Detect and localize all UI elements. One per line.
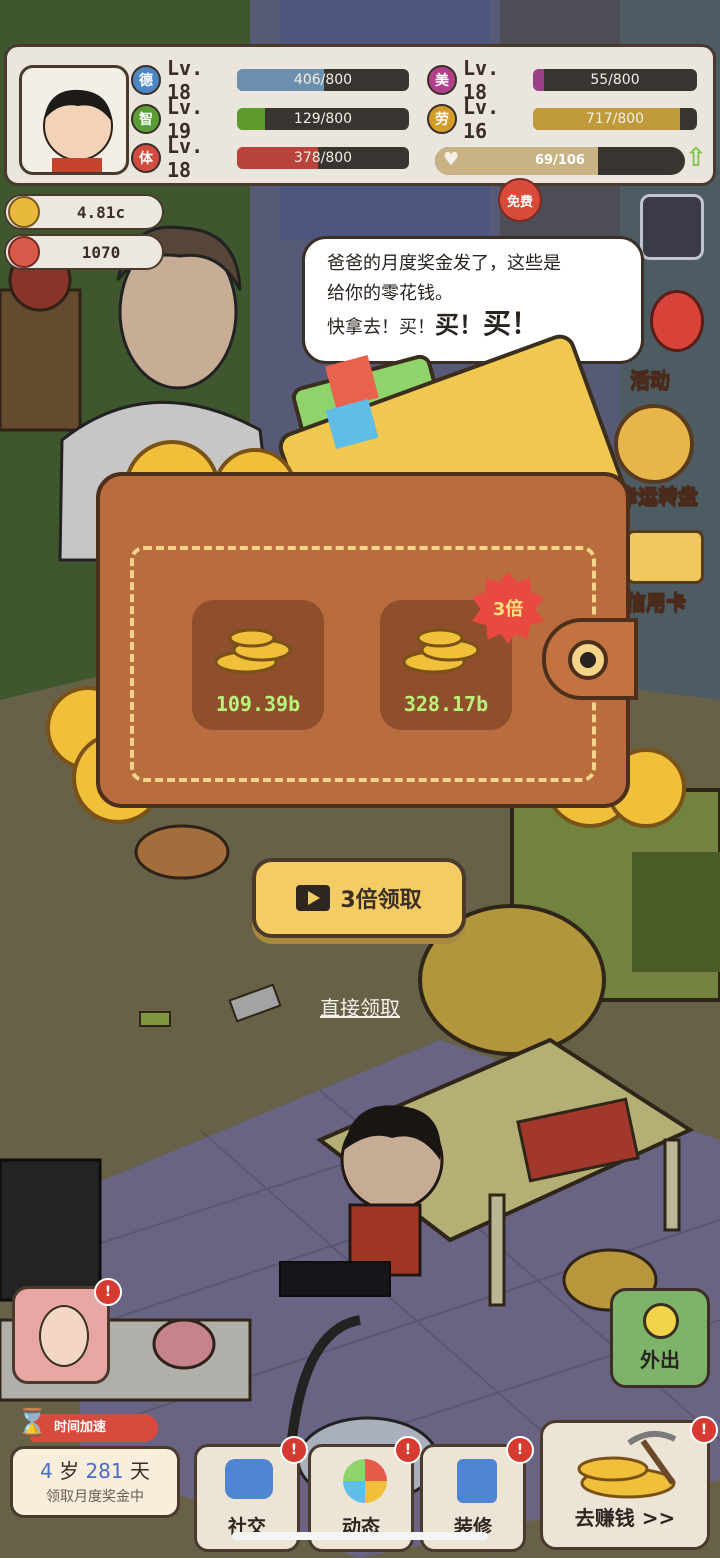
stat-intellect-bar: 129/800 (237, 108, 409, 130)
reward-normal-value: 109.39b (215, 692, 301, 716)
stat-beauty-bar: 55/800 (533, 69, 697, 91)
outfit-icon[interactable] (640, 194, 704, 260)
stat-labor-level: Lv. 16 (463, 95, 500, 143)
video-play-icon (296, 885, 331, 911)
age-display: 4 岁 281 天 (13, 1455, 177, 1484)
pinwheel-icon (343, 1459, 387, 1503)
handshake-icon (225, 1459, 273, 1499)
speech-line-3b: 买！ (435, 311, 483, 339)
stat-beauty[interactable]: 美 Lv. 18 55/800 (427, 56, 697, 104)
stat-physical[interactable]: 体 Lv. 18 378/800 (131, 134, 409, 182)
smiley-icon (643, 1303, 679, 1339)
happiness-progress: 69/106 (535, 153, 585, 168)
claim-triple-label: 3倍领取 (340, 888, 422, 913)
hourglass-icon: ⌛ (16, 1408, 49, 1438)
claim-triple-button[interactable]: 3倍领取 (252, 858, 466, 938)
stat-labor-badge-icon: 劳 (427, 104, 457, 134)
stat-physical-level: Lv. 18 (167, 134, 204, 182)
stat-moral-bar: 406/800 (237, 69, 409, 91)
stat-physical-badge-icon: 体 (131, 143, 161, 173)
happiness-bar[interactable]: ♥ 69/106 (435, 147, 685, 175)
speech-line-3a: 快拿去！买！ (327, 317, 435, 338)
stat-moral[interactable]: 德 Lv. 18 406/800 (131, 56, 409, 104)
speech-line-3: 快拿去！买！买！买！ (327, 309, 619, 343)
lucky-wheel-label[interactable]: 幸运转盘 (618, 480, 699, 509)
stat-moral-progress: 406/800 (293, 72, 353, 88)
feed-alert-badge: ! (394, 1436, 422, 1464)
age-years: 4 (40, 1459, 53, 1483)
reward-triple-value: 328.17b (403, 692, 489, 716)
stat-labor[interactable]: 劳 Lv. 16 717/800 (427, 95, 697, 143)
home-indicator[interactable] (232, 1532, 488, 1540)
speech-line-2: 给你的零花钱。 (327, 283, 453, 304)
stat-intellect-progress: 129/800 (293, 111, 353, 127)
stat-labor-bar: 717/800 (533, 108, 697, 130)
stat-intellect-badge-icon: 智 (131, 104, 161, 134)
clasp-button-icon (568, 640, 608, 680)
gem-value: 1070 (81, 242, 121, 262)
coin-counter[interactable]: 4.81c (4, 194, 164, 230)
nav-earn-label: 去赚钱 >> (574, 1506, 676, 1530)
age-years-unit: 岁 (59, 1459, 80, 1483)
mother-face-icon (39, 1305, 89, 1367)
social-alert-badge: ! (280, 1436, 308, 1464)
balloon-icon[interactable] (650, 290, 704, 352)
earn-alert-badge: ! (690, 1416, 718, 1444)
age-days-unit: 天 (130, 1459, 150, 1483)
claim-direct-link[interactable]: 直接领取 (290, 992, 430, 1021)
coin-value: 4.81c (76, 202, 126, 222)
credit-card-icon[interactable] (626, 530, 704, 584)
speech-line-3c: 买！ (483, 307, 540, 340)
dialog-speech-bubble: 爸爸的月度奖金发了，这些是 给你的零花钱。 快拿去！买！买！买！ (302, 236, 644, 364)
flower-gem-icon (8, 236, 40, 268)
coin-icon (8, 196, 40, 228)
age-days: 281 (85, 1459, 124, 1483)
stat-beauty-progress: 55/800 (590, 72, 640, 88)
paint-roller-icon (457, 1459, 497, 1503)
player-avatar[interactable] (19, 65, 129, 175)
reward-normal: 109.39b (192, 600, 324, 730)
wallet-clasp (542, 618, 638, 700)
stats-panel: 德 Lv. 18 406/800 智 Lv. 19 129/800 体 Lv. … (4, 44, 716, 186)
stat-moral-badge-icon: 德 (131, 65, 161, 95)
stat-physical-progress: 378/800 (293, 150, 353, 166)
level-up-arrow-icon[interactable]: ⇧ (685, 143, 707, 173)
stat-intellect[interactable]: 智 Lv. 19 129/800 (131, 95, 409, 143)
go-out-button[interactable]: 外出 (610, 1288, 710, 1388)
stat-labor-progress: 717/800 (585, 111, 645, 127)
reward-wallet: 109.39b 328.17b (96, 472, 638, 808)
time-accelerate-button[interactable]: 时间加速 (30, 1414, 158, 1442)
mother-portrait[interactable] (12, 1286, 110, 1384)
mother-alert-badge: ! (94, 1278, 122, 1306)
decorate-alert-badge: ! (506, 1436, 534, 1464)
gold-coins-icon (214, 628, 292, 674)
pickaxe-gold-icon (577, 1430, 677, 1499)
nav-earn-button[interactable]: 去赚钱 >> (540, 1420, 710, 1550)
speech-line-1: 爸爸的月度奖金发了，这些是 (327, 253, 561, 274)
age-panel: 4 岁 281 天 领取月度奖金中 (10, 1446, 180, 1518)
stat-physical-bar: 378/800 (237, 147, 409, 169)
stat-beauty-badge-icon: 美 (427, 65, 457, 95)
gem-counter[interactable]: 1070 (4, 234, 164, 270)
age-status: 领取月度奖金中 (46, 1489, 144, 1505)
free-tag[interactable]: 免费 (498, 178, 542, 222)
credit-card-label[interactable]: 信用卡 (626, 586, 687, 615)
activity-label[interactable]: 活动 (630, 364, 671, 393)
go-out-label: 外出 (640, 1348, 680, 1372)
lucky-wheel-icon[interactable] (614, 404, 694, 484)
kid-portrait-icon (43, 89, 113, 172)
